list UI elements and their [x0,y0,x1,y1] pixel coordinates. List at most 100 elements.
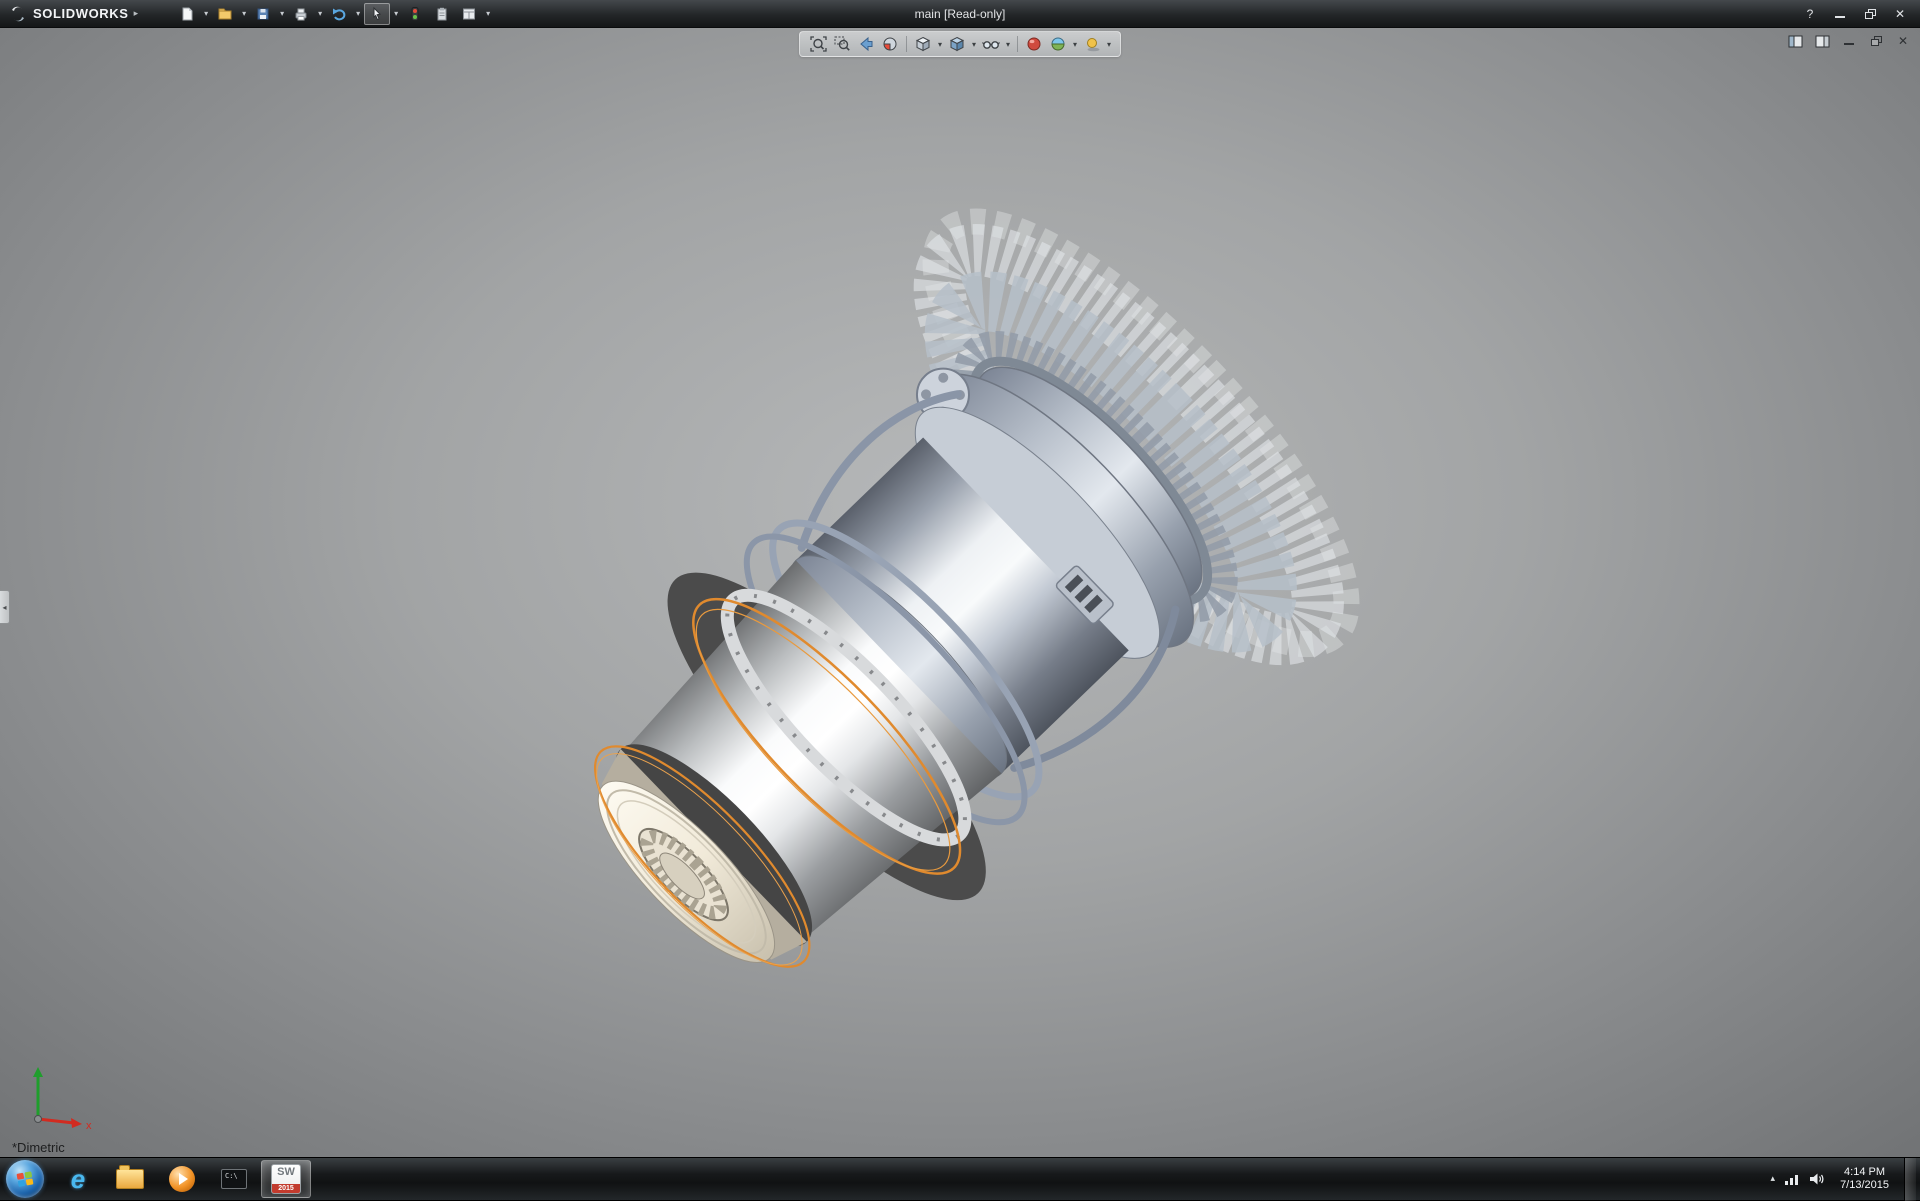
standard-toolbar: ▾ ▾ ▾ ▾ [174,3,493,25]
previous-view-button[interactable] [855,34,877,54]
graphics-area[interactable]: ▾ ▾ ▾ [0,28,1920,1157]
triad-x-label: x [86,1120,92,1132]
select-dropdown[interactable]: ▾ [391,9,401,18]
document-close-button[interactable]: ✕ [1894,33,1912,49]
windows-flag-icon [16,1170,34,1188]
apply-scene-dropdown[interactable]: ▾ [1071,40,1079,49]
hide-show-items-dropdown[interactable]: ▾ [1004,40,1012,49]
command-prompt-icon: C:\ [221,1169,247,1189]
window-controls: ? ✕ [1800,5,1920,23]
file-properties-icon [434,6,450,22]
zoom-to-fit-button[interactable] [807,34,829,54]
edit-appearance-button[interactable] [1023,34,1045,54]
clock-date: 7/13/2015 [1840,1179,1889,1192]
save-floppy-icon [255,6,271,22]
view-orientation-label: *Dimetric [12,1140,65,1155]
undo-icon [331,6,347,22]
show-desktop-button[interactable] [1904,1158,1916,1201]
title-bar: SOLIDWORKS ▸ ▾ ▾ ▾ [0,0,1920,28]
document-minimize-button[interactable] [1840,33,1858,49]
display-style-icon [949,36,965,52]
brand-name: SOLIDWORKS [33,6,129,21]
view-orientation-dropdown[interactable]: ▾ [936,40,944,49]
network-icon[interactable] [1784,1172,1800,1186]
file-properties-button[interactable] [429,3,455,25]
help-button[interactable]: ? [1800,5,1820,23]
display-pane-icon [1815,35,1830,48]
undo-button[interactable] [326,3,352,25]
apply-scene-button[interactable] [1047,34,1069,54]
zoom-to-area-icon [834,36,851,52]
featuremanager-pane-icon [1788,35,1803,48]
section-view-button[interactable] [879,34,901,54]
previous-view-icon [858,36,874,52]
new-document-button[interactable] [174,3,200,25]
show-hidden-icons-button[interactable]: ▴ [1771,1174,1776,1184]
minimize-icon [1844,37,1854,45]
heads-up-view-toolbar: ▾ ▾ ▾ [799,31,1121,57]
open-button[interactable] [212,3,238,25]
options-icon [461,6,477,22]
view-settings-button[interactable] [1081,34,1103,54]
view-orientation-icon [915,36,931,52]
document-window-controls: ✕ [1786,33,1912,49]
toggle-featuremanager-button[interactable] [1786,33,1804,49]
display-style-dropdown[interactable]: ▾ [970,40,978,49]
zoom-to-fit-icon [810,36,827,52]
print-icon [293,6,309,22]
taskbar-app-media-player[interactable] [157,1160,207,1198]
toggle-display-pane-button[interactable] [1813,33,1831,49]
save-button[interactable] [250,3,276,25]
options-dropdown[interactable]: ▾ [483,9,493,18]
section-view-icon [882,36,898,52]
view-settings-icon [1084,36,1101,52]
select-cursor-icon [369,6,385,22]
open-dropdown[interactable]: ▾ [239,9,249,18]
print-dropdown[interactable]: ▾ [315,9,325,18]
restore-button[interactable] [1860,5,1880,23]
hide-show-items-button[interactable] [980,34,1002,54]
new-document-dropdown[interactable]: ▾ [201,9,211,18]
print-button[interactable] [288,3,314,25]
taskbar-app-internet-explorer[interactable]: e [53,1160,103,1198]
new-document-icon [179,6,195,22]
clock-time: 4:14 PM [1840,1166,1889,1179]
hud-separator [1017,36,1018,52]
edit-appearance-icon [1026,36,1042,52]
close-button[interactable]: ✕ [1890,5,1910,23]
taskbar-app-command-prompt[interactable]: C:\ [209,1160,259,1198]
solidworks-logo[interactable]: SOLIDWORKS ▸ [0,4,148,24]
3ds-swirl-icon [8,4,28,24]
zoom-to-area-button[interactable] [831,34,853,54]
restore-icon [1865,9,1876,19]
solidworks-year-badge: 2015 [272,1184,300,1193]
taskbar-clock[interactable]: 4:14 PM 7/13/2015 [1840,1166,1889,1192]
start-button[interactable] [6,1160,44,1198]
brand-menu-arrow[interactable]: ▸ [134,9,139,19]
options-button[interactable] [456,3,482,25]
view-settings-dropdown[interactable]: ▾ [1105,40,1113,49]
system-tray: ▴ 4:14 PM 7/13/2015 [1771,1158,1920,1201]
volume-icon[interactable] [1809,1172,1825,1186]
panel-collapse-tab[interactable]: ◂ [0,590,10,624]
rebuild-traffic-light-icon [407,6,423,22]
select-button[interactable] [364,3,390,25]
internet-explorer-icon: e [71,1164,85,1195]
view-orientation-button[interactable] [912,34,934,54]
undo-dropdown[interactable]: ▾ [353,9,363,18]
taskbar-app-solidworks[interactable]: SW 2015 [261,1160,311,1198]
orientation-triad: x [16,1057,96,1137]
restore-icon [1871,36,1882,46]
hide-show-items-icon [982,36,1000,52]
document-restore-button[interactable] [1867,33,1885,49]
minimize-button[interactable] [1830,5,1850,23]
open-folder-icon [217,6,233,22]
rebuild-button[interactable] [402,3,428,25]
minimize-icon [1835,10,1845,18]
solidworks-app-icon: SW 2015 [271,1164,301,1194]
taskbar: e C:\ SW 2015 ▴ 4:14 PM 7/13/2015 [0,1157,1920,1200]
taskbar-app-file-explorer[interactable] [105,1160,155,1198]
save-dropdown[interactable]: ▾ [277,9,287,18]
display-style-button[interactable] [946,34,968,54]
engine-model[interactable] [470,148,1520,1108]
